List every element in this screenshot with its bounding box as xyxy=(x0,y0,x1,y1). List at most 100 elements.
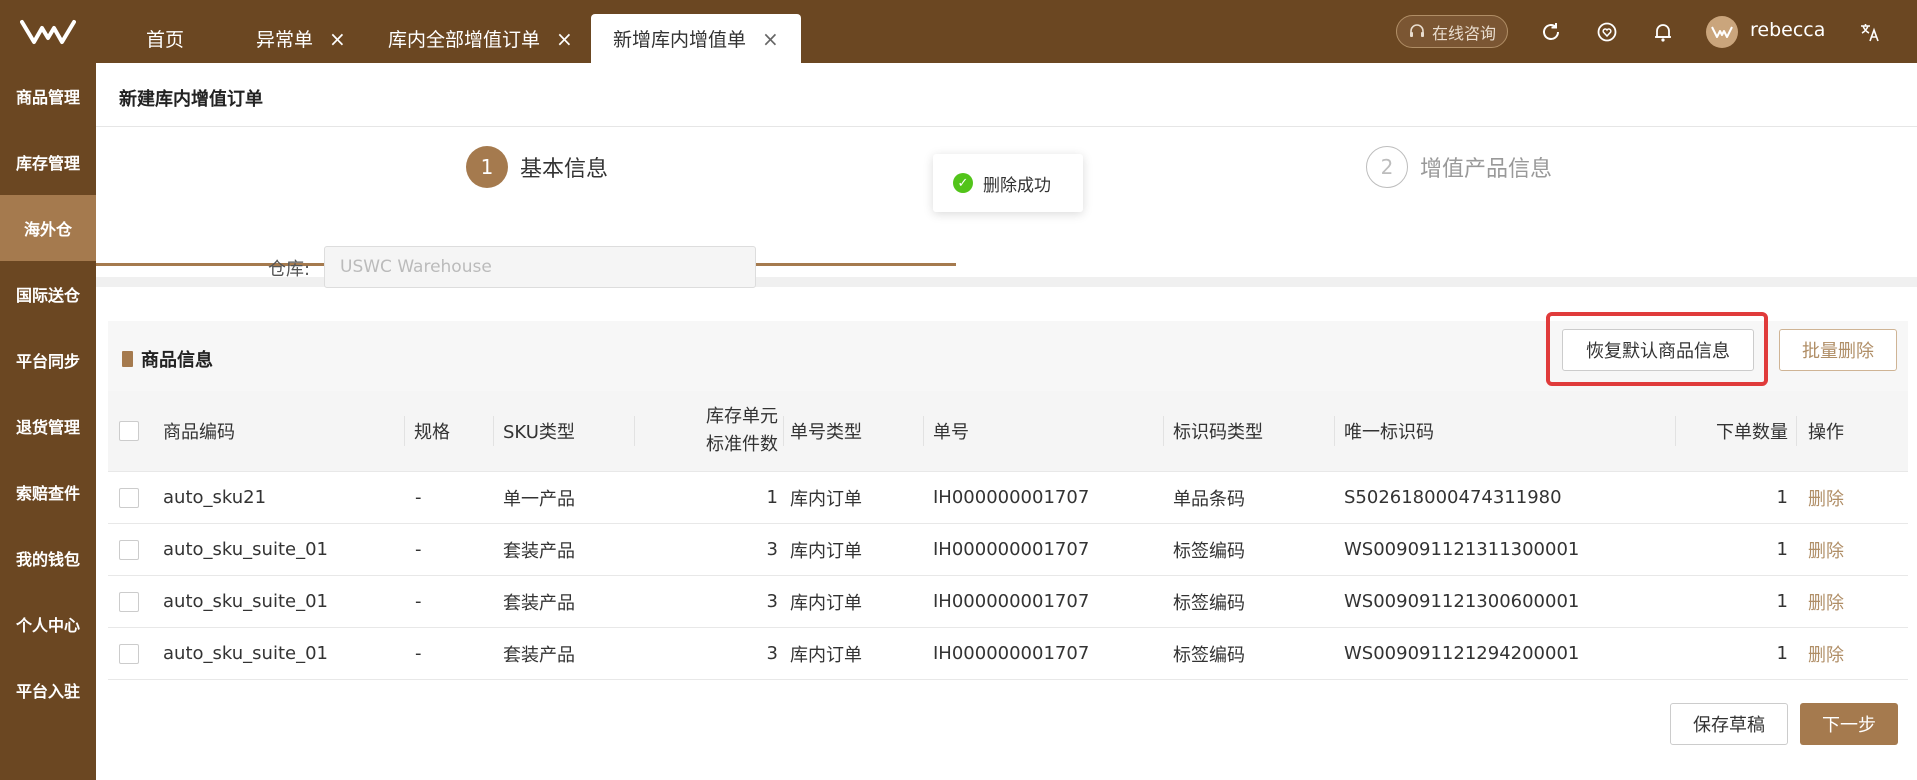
translate-icon[interactable] xyxy=(1856,18,1884,46)
cell-qty: 1 xyxy=(1776,539,1788,560)
section-title-text: 商品信息 xyxy=(141,350,213,371)
header-order-no: 单号 xyxy=(933,422,969,443)
header-id-type: 标识码类型 xyxy=(1173,422,1263,443)
cell-order-type: 库内订单 xyxy=(790,540,862,562)
logo[interactable] xyxy=(0,0,96,63)
tab-exception[interactable]: 异常单 × xyxy=(256,14,346,63)
cell-spec: - xyxy=(415,487,422,508)
cell-unit: 3 xyxy=(766,539,778,560)
cell-order-no: IH000000001707 xyxy=(933,539,1090,560)
cell-id-type: 标签编码 xyxy=(1173,592,1245,614)
table-row: auto_sku21 - 单一产品 1 库内订单 IH000000001707 … xyxy=(108,472,1908,524)
divider xyxy=(783,416,784,446)
cell-sku-type: 套装产品 xyxy=(503,592,575,614)
step-basic-info[interactable]: 1 基本信息 xyxy=(466,146,608,188)
step-value-added-product-info[interactable]: 2 增值产品信息 xyxy=(1366,146,1552,188)
header-qty: 下单数量 xyxy=(1716,422,1788,443)
success-toast: ✓ 删除成功 xyxy=(933,154,1083,212)
toast-message: 删除成功 xyxy=(983,175,1051,196)
header-spec: 规格 xyxy=(414,422,450,443)
cell-code: auto_sku_suite_01 xyxy=(163,591,328,612)
tab-new-value-added-order[interactable]: 新增库内增值单 × xyxy=(591,14,801,63)
sidebar-item-goods[interactable]: 商品管理 xyxy=(0,63,96,129)
cell-qty: 1 xyxy=(1776,487,1788,508)
cell-order-type: 库内订单 xyxy=(790,592,862,614)
sidebar-item-wallet[interactable]: 我的钱包 xyxy=(0,525,96,591)
cell-sku-type: 套装产品 xyxy=(503,644,575,666)
online-consult-button[interactable]: 在线咨询 xyxy=(1396,15,1508,48)
row-checkbox[interactable] xyxy=(119,524,139,575)
sidebar-item-international-delivery[interactable]: 国际送仓 xyxy=(0,261,96,327)
delete-link[interactable]: 删除 xyxy=(1808,472,1844,523)
bell-icon[interactable] xyxy=(1649,18,1677,46)
row-checkbox[interactable] xyxy=(119,472,139,523)
next-step-button[interactable]: 下一步 xyxy=(1800,703,1898,745)
checkbox[interactable] xyxy=(119,421,139,441)
checkbox[interactable] xyxy=(119,539,139,560)
select-all-checkbox[interactable] xyxy=(119,391,139,471)
delete-link[interactable]: 删除 xyxy=(1808,628,1844,679)
warehouse-field[interactable]: USWC Warehouse xyxy=(324,246,756,288)
sidebar-item-returns[interactable]: 退货管理 xyxy=(0,393,96,459)
page-title: 新建库内增值订单 xyxy=(119,89,263,110)
cell-code: auto_sku_suite_01 xyxy=(163,539,328,560)
username[interactable]: rebecca xyxy=(1750,19,1825,41)
cell-order-type: 库内订单 xyxy=(790,644,862,666)
sidebar-item-platform-sync[interactable]: 平台同步 xyxy=(0,327,96,393)
close-icon[interactable]: × xyxy=(762,27,779,51)
sidebar-item-inventory[interactable]: 库存管理 xyxy=(0,129,96,195)
consult-label: 在线咨询 xyxy=(1431,23,1496,43)
divider xyxy=(1796,416,1797,446)
header-unit-line2: 标准件数 xyxy=(706,434,778,455)
table-row: auto_sku_suite_01 - 套装产品 3 库内订单 IH000000… xyxy=(108,576,1908,628)
cell-order-no: IH000000001707 xyxy=(933,591,1090,612)
cell-spec: - xyxy=(415,539,422,560)
cell-order-no: IH000000001707 xyxy=(933,487,1090,508)
book-icon xyxy=(122,351,133,367)
cell-qty: 1 xyxy=(1776,591,1788,612)
row-checkbox[interactable] xyxy=(119,628,139,679)
save-draft-button[interactable]: 保存草稿 xyxy=(1670,703,1788,745)
restore-default-goods-button[interactable]: 恢复默认商品信息 xyxy=(1562,329,1754,371)
cell-sku-type: 单一产品 xyxy=(503,488,575,510)
cell-unit: 3 xyxy=(766,643,778,664)
step-number: 1 xyxy=(466,146,508,188)
step-label: 增值产品信息 xyxy=(1420,157,1553,182)
delete-link[interactable]: 删除 xyxy=(1808,576,1844,627)
sidebar-item-platform-join[interactable]: 平台入驻 xyxy=(0,657,96,723)
cell-spec: - xyxy=(415,643,422,664)
checkbox[interactable] xyxy=(119,591,139,612)
avatar[interactable] xyxy=(1706,16,1738,48)
heart-icon[interactable] xyxy=(1593,18,1621,46)
header-unique-id: 唯一标识码 xyxy=(1344,422,1434,443)
cell-order-no: IH000000001707 xyxy=(933,643,1090,664)
close-icon[interactable]: × xyxy=(556,27,573,51)
row-checkbox[interactable] xyxy=(119,576,139,627)
sidebar-item-profile[interactable]: 个人中心 xyxy=(0,591,96,657)
section-title: 商品信息 xyxy=(122,346,213,372)
cell-spec: - xyxy=(415,591,422,612)
refresh-icon[interactable] xyxy=(1537,18,1565,46)
divider xyxy=(923,416,924,446)
cell-order-type: 库内订单 xyxy=(790,488,862,510)
header-action: 操作 xyxy=(1808,422,1844,443)
batch-delete-button[interactable]: 批量删除 xyxy=(1779,329,1897,371)
cell-id-type: 标签编码 xyxy=(1173,644,1245,666)
close-icon[interactable]: × xyxy=(329,27,346,51)
top-bar: 首页 异常单 × 库内全部增值订单 × 新增库内增值单 × 在线咨询 rebec… xyxy=(0,0,1917,63)
tab-home[interactable]: 首页 xyxy=(146,14,184,63)
cell-unique-id: WS009091121300600001 xyxy=(1344,591,1580,612)
sidebar-item-overseas-warehouse[interactable]: 海外仓 xyxy=(0,195,96,261)
delete-link[interactable]: 删除 xyxy=(1808,524,1844,575)
divider xyxy=(404,416,405,446)
cell-code: auto_sku_suite_01 xyxy=(163,643,328,664)
header-unit-line1: 库存单元 xyxy=(706,406,778,427)
cell-unit: 1 xyxy=(766,487,778,508)
cell-sku-type: 套装产品 xyxy=(503,540,575,562)
checkbox[interactable] xyxy=(119,643,139,664)
cell-unique-id: S502618000474311980 xyxy=(1344,487,1562,508)
sidebar-item-claims[interactable]: 索赔查件 xyxy=(0,459,96,525)
cell-unit: 3 xyxy=(766,591,778,612)
checkbox[interactable] xyxy=(119,487,139,508)
tab-all-value-added-orders[interactable]: 库内全部增值订单 × xyxy=(388,14,573,63)
